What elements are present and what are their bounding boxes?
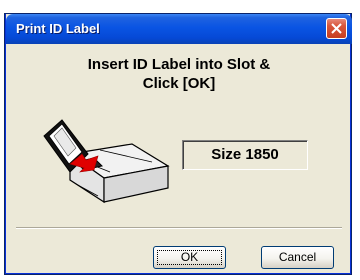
title-bar[interactable]: Print ID Label: [6, 14, 352, 44]
print-id-label-dialog: Print ID Label Insert ID Label into Slot…: [5, 14, 352, 274]
dialog-body: Insert ID Label into Slot & Click [OK] S…: [6, 44, 352, 274]
close-button[interactable]: [326, 18, 347, 39]
printer-insert-label-icon: [43, 119, 170, 204]
separator-line: [16, 227, 342, 229]
window-title: Print ID Label: [16, 21, 100, 36]
ok-button[interactable]: OK: [153, 246, 226, 269]
cancel-button[interactable]: Cancel: [261, 246, 334, 269]
instruction-message: Insert ID Label into Slot & Click [OK]: [6, 55, 352, 93]
size-display: Size 1850: [182, 140, 308, 170]
close-icon: [331, 23, 342, 34]
instruction-line-1: Insert ID Label into Slot &: [87, 56, 271, 73]
instruction-line-2: Click [OK]: [142, 75, 216, 92]
ok-button-label: OK: [180, 250, 199, 264]
size-display-text: Size 1850: [211, 146, 279, 163]
